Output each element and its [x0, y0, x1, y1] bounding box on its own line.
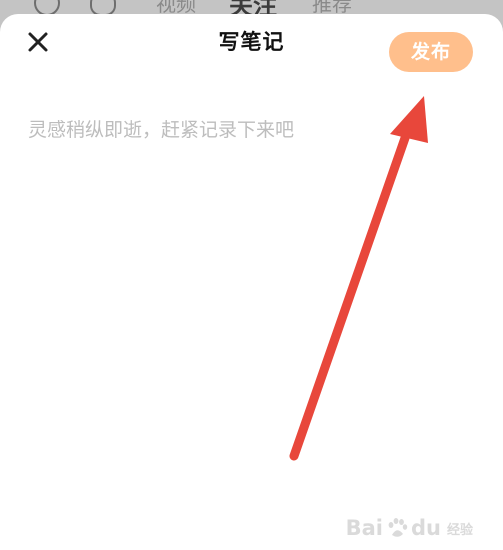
watermark-sub: 经验 [446, 522, 473, 538]
sheet-header: 写笔记 发布 [0, 14, 503, 72]
note-content-input[interactable] [28, 110, 468, 150]
write-note-sheet [0, 14, 503, 550]
screen: 视频 关注 推荐 写笔记 发布 Bai du [0, 0, 503, 550]
watermark-brand: Bai [345, 516, 383, 540]
publish-button[interactable]: 发布 [389, 32, 473, 72]
baidu-watermark: Bai du 经验 [346, 516, 473, 540]
paw-icon [385, 516, 409, 540]
watermark-brand-tail: du [411, 516, 441, 540]
